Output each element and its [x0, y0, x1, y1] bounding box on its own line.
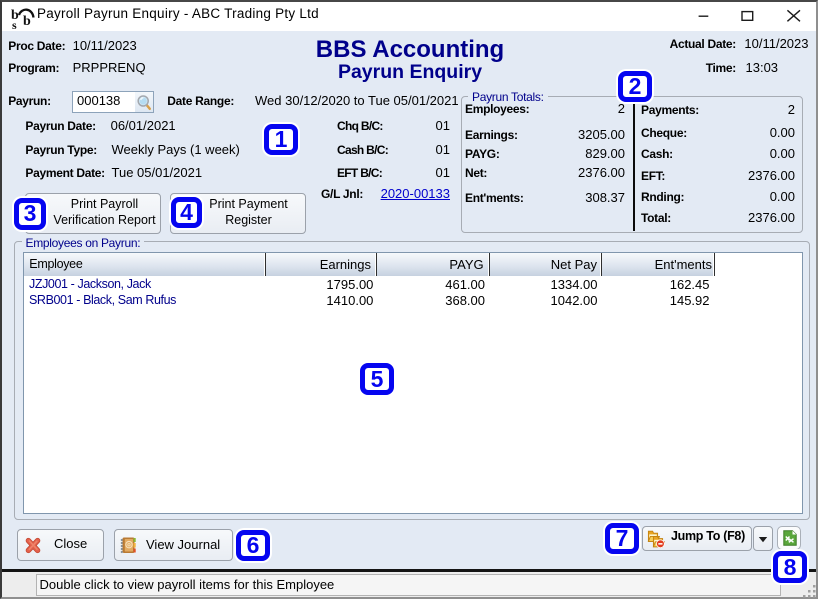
svg-text:b: b — [23, 14, 31, 29]
svg-text:s: s — [12, 18, 17, 30]
